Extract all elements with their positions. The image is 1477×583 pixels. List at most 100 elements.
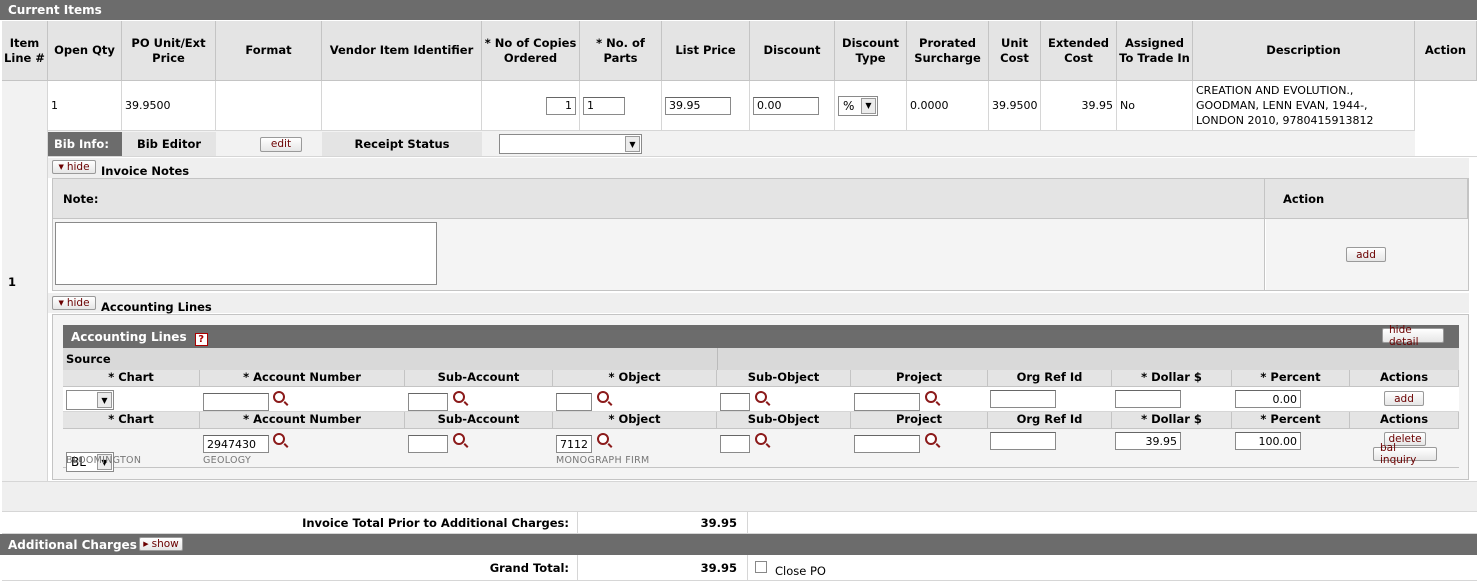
col-unit-cost: Unit Cost — [989, 21, 1041, 81]
discount-cell — [750, 81, 835, 131]
lookup-icon[interactable] — [453, 391, 465, 403]
extended-cost-value: 39.95 — [1081, 99, 1114, 112]
new-project-input[interactable] — [854, 393, 920, 411]
prior-total-label: Invoice Total Prior to Additional Charge… — [2, 511, 578, 534]
col-open-qty: Open Qty — [48, 21, 122, 81]
project-input[interactable] — [854, 435, 920, 453]
hdr-project: Project — [851, 370, 988, 387]
new-dollar-input[interactable] — [1115, 390, 1181, 408]
new-sub-object-input[interactable] — [720, 393, 750, 411]
col-description: Description — [1193, 21, 1415, 81]
grand-total-label: Grand Total: — [2, 555, 578, 581]
hide-label: hide — [66, 161, 90, 173]
triangle-right-icon: ▶ — [143, 540, 149, 548]
sub-account-input[interactable] — [408, 435, 448, 453]
object-input[interactable] — [556, 435, 592, 453]
org-ref-input[interactable] — [990, 432, 1056, 450]
accounting-title: Accounting Lines — [101, 300, 212, 314]
col-copies: * No of Copies Ordered — [482, 21, 580, 81]
unit-cost-cell: 39.9500 — [989, 81, 1041, 131]
col-item-line: Item Line # — [2, 21, 48, 81]
open-qty-cell: 1 — [48, 81, 122, 131]
source-label: Source — [63, 348, 717, 370]
help-icon[interactable]: ? — [194, 333, 208, 346]
new-sub-account-input[interactable] — [408, 393, 448, 411]
additional-charges-title: Additional Charges — [8, 537, 137, 552]
hdr-dollar: * Dollar $ — [1112, 412, 1232, 429]
discount-type-select[interactable]: % ▼ — [838, 95, 878, 116]
accounting-panel-title: Accounting Lines — [71, 329, 187, 344]
close-po-label: Close PO — [775, 564, 826, 578]
dropdown-arrow-icon: ▼ — [97, 392, 112, 408]
extended-cost-cell: 39.95 — [1041, 81, 1117, 131]
lookup-icon[interactable] — [273, 433, 285, 445]
col-action: Action — [1415, 21, 1477, 81]
format-cell — [216, 81, 322, 131]
col-trade-in: Assigned To Trade In — [1117, 21, 1193, 81]
dropdown-arrow-icon: ▼ — [861, 97, 876, 114]
parts-cell — [580, 81, 662, 131]
additional-charges-show-button[interactable]: ▶ show — [139, 537, 183, 551]
close-po-checkbox[interactable] — [755, 561, 767, 573]
chart-name: BLOOMINGTON — [66, 455, 142, 466]
percent-input[interactable] — [1235, 432, 1301, 450]
new-percent-input[interactable] — [1235, 390, 1301, 408]
list-price-cell — [662, 81, 750, 131]
copies-input[interactable] — [546, 96, 576, 115]
invoice-notes-hide-button[interactable]: ▼ hide — [52, 160, 96, 174]
hdr-sub-account: Sub-Account — [405, 370, 553, 387]
account-input[interactable] — [203, 435, 269, 453]
new-account-input[interactable] — [203, 393, 269, 411]
hdr-percent: * Percent — [1232, 412, 1350, 429]
unit-cost-value: 39.9500 — [992, 99, 1038, 112]
add-note-button[interactable]: add — [1346, 247, 1386, 262]
lookup-icon[interactable] — [273, 391, 285, 403]
prior-total-value: 39.95 — [578, 511, 748, 534]
vendor-id-cell — [322, 81, 482, 131]
trade-in-cell: No — [1117, 81, 1193, 131]
lookup-icon[interactable] — [597, 433, 609, 445]
hdr-account: * Account Number — [200, 370, 405, 387]
discount-type-cell: % ▼ — [835, 81, 907, 131]
new-org-ref-input[interactable] — [990, 390, 1056, 408]
hdr-dollar: * Dollar $ — [1112, 370, 1232, 387]
accounting-bar — [48, 293, 1469, 313]
sub-object-input[interactable] — [720, 435, 750, 453]
bib-info-label: Bib Info: — [48, 132, 122, 156]
add-accounting-line-button[interactable]: add — [1384, 391, 1424, 406]
description-line: LONDON 2010, 9780415913812 — [1196, 114, 1374, 127]
hdr-actions: Actions — [1350, 370, 1459, 387]
description-line: CREATION AND EVOLUTION., — [1196, 84, 1354, 97]
lookup-icon[interactable] — [597, 391, 609, 403]
hdr-actions: Actions — [1350, 412, 1459, 429]
bal-inquiry-button[interactable]: bal inquiry — [1373, 442, 1437, 466]
item-line-number: 1 — [8, 275, 17, 289]
note-textarea[interactable] — [55, 222, 437, 285]
hide-detail-button[interactable]: hide detail — [1382, 324, 1444, 348]
lookup-icon[interactable] — [453, 433, 465, 445]
parts-input[interactable] — [583, 96, 625, 115]
lookup-icon[interactable] — [755, 391, 767, 403]
dollar-input[interactable] — [1115, 432, 1181, 450]
object-name: MONOGRAPH FIRM — [556, 455, 650, 466]
edit-button[interactable]: edit — [260, 136, 302, 152]
prorated-surcharge-cell: 0.0000 — [907, 81, 989, 131]
new-object-input[interactable] — [556, 393, 592, 411]
receipt-status-select[interactable]: ▼ — [499, 134, 642, 154]
copies-cell — [482, 81, 580, 131]
lookup-icon[interactable] — [925, 391, 937, 403]
lookup-icon[interactable] — [755, 433, 767, 445]
triangle-down-icon: ▼ — [58, 299, 64, 307]
notes-action-header: Action — [1265, 179, 1468, 219]
new-chart-select[interactable]: ▼ — [66, 390, 114, 410]
col-discount-type: Discount Type — [835, 21, 907, 81]
list-price-input[interactable] — [665, 96, 731, 115]
lookup-icon[interactable] — [925, 433, 937, 445]
prorated-surcharge-value: 0.0000 — [910, 99, 949, 112]
discount-input[interactable] — [753, 96, 819, 115]
invoice-notes-title: Invoice Notes — [101, 164, 190, 178]
accounting-hide-button[interactable]: ▼ hide — [52, 296, 96, 310]
hdr-sub-account: Sub-Account — [405, 412, 553, 429]
show-label: show — [151, 538, 179, 550]
note-header: Note: — [53, 179, 1265, 219]
